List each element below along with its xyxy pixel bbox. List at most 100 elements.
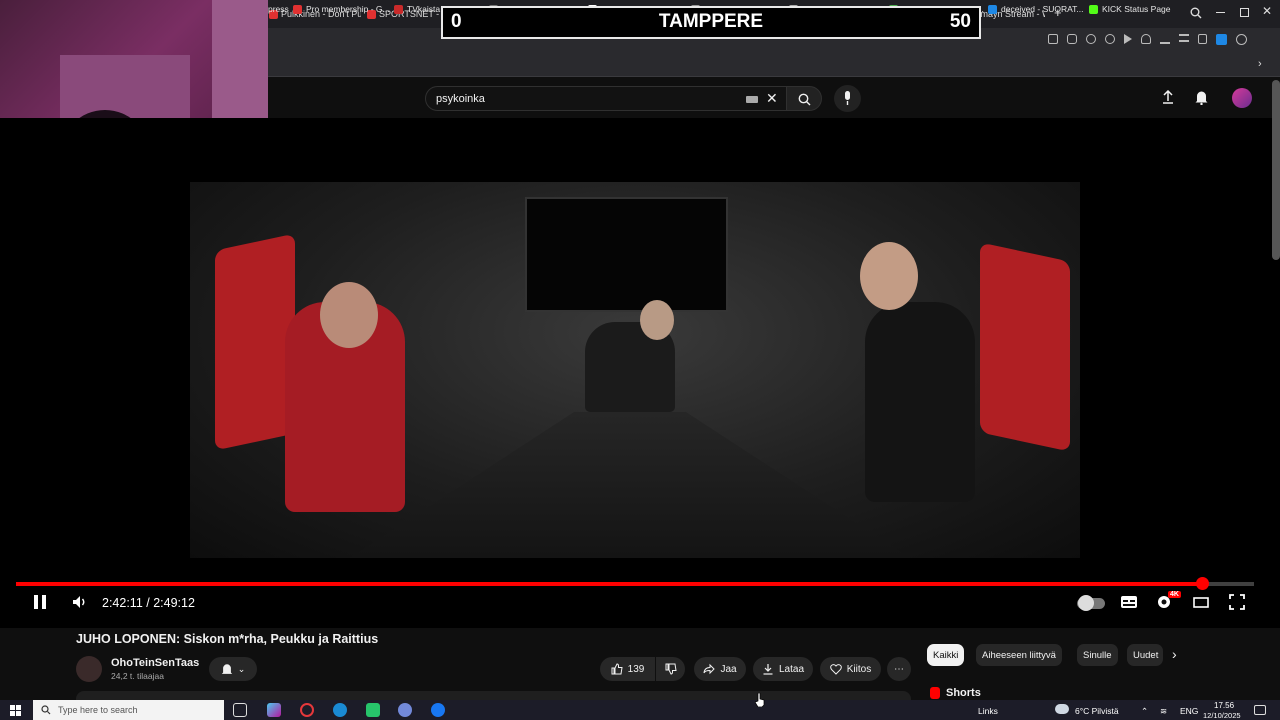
search-icon (41, 705, 51, 715)
messenger-app-icon[interactable] (431, 703, 445, 717)
taskbar-links-label[interactable]: Links (978, 706, 998, 716)
network-icon[interactable]: ≋ (1160, 706, 1167, 717)
camera-icon[interactable] (1067, 34, 1077, 44)
fullscreen-button[interactable] (1228, 593, 1250, 613)
channel-name[interactable]: OhoTeinSenTaas (111, 657, 199, 669)
scoreboard-right-score: 50 (949, 11, 971, 32)
red-chair-left (215, 233, 295, 451)
taskbar-search-input[interactable]: Type here to search (33, 700, 224, 720)
refresh-icon[interactable] (1105, 34, 1115, 44)
weather-icon[interactable] (1055, 704, 1069, 714)
settings-button[interactable]: 4K (1155, 591, 1183, 613)
taskbar-date[interactable]: 12/10/2025 (1203, 711, 1241, 720)
subtitles-button[interactable] (1120, 593, 1142, 613)
pause-button[interactable] (31, 593, 53, 613)
heart-icon[interactable] (1141, 34, 1151, 44)
minimize-button[interactable] (1216, 12, 1225, 13)
download-label: Lataa (778, 663, 805, 675)
microphone-icon (845, 91, 850, 105)
clear-search-icon[interactable]: ✕ (766, 90, 778, 107)
lock-icon[interactable] (1198, 34, 1207, 44)
chip-all[interactable]: Kaikki (927, 644, 965, 666)
guest-right-head (860, 242, 918, 310)
twitch-extension-icon[interactable] (1216, 34, 1227, 45)
download-icon[interactable] (1160, 34, 1170, 44)
chip-new[interactable]: Uudet (1127, 644, 1163, 666)
video-scrubber-handle[interactable] (1196, 577, 1209, 590)
autoplay-toggle[interactable] (1077, 593, 1105, 613)
like-count: 139 (627, 663, 645, 675)
thanks-button[interactable]: Kiitos (820, 657, 881, 681)
task-view-icon[interactable] (233, 703, 247, 717)
store-app-icon[interactable] (366, 703, 380, 717)
chip-related[interactable]: Aiheeseen liittyvä (976, 644, 1062, 666)
tray-overflow-icon[interactable]: ⌃ (1141, 706, 1148, 717)
volume-button[interactable] (71, 593, 93, 613)
super-thanks-icon (829, 664, 842, 675)
bookmark-favicon-icon (293, 4, 302, 14)
theater-mode-button[interactable] (1192, 593, 1214, 613)
bookmark-item[interactable]: deceived - SUORAT... (988, 4, 1084, 14)
dislike-button[interactable] (656, 657, 685, 681)
volume-icon (73, 596, 85, 608)
notification-bell-button[interactable]: ⌄ (209, 657, 257, 681)
studio-tv-screen (525, 197, 728, 312)
quality-badge: 4K (1168, 591, 1181, 598)
toolbar-extension-icons[interactable] (1048, 34, 1247, 45)
bookmark-item[interactable]: KICK Status Page (1089, 4, 1171, 14)
bookmark-item[interactable]: Pro membership - G... (293, 4, 390, 14)
search-input[interactable]: psykoinka ✕ (425, 86, 787, 111)
bookmark-label: Pro membership - G... (306, 4, 390, 14)
keyboard-icon[interactable] (746, 96, 758, 103)
bookmark-favicon-icon (1089, 4, 1098, 14)
download-button[interactable]: Lataa (753, 657, 813, 681)
bookmark-favicon-icon (988, 4, 997, 14)
opera-gx-app-icon[interactable] (300, 703, 314, 717)
shield-icon[interactable] (1086, 34, 1096, 44)
mouse-pointer-hand-icon (755, 693, 765, 707)
upload-icon[interactable] (1162, 89, 1174, 109)
bookmark-item[interactable]: press (268, 4, 289, 14)
taskbar-time[interactable]: 17.56 (1214, 701, 1234, 710)
search-button[interactable] (786, 86, 822, 111)
play-icon[interactable] (1124, 34, 1132, 44)
chevron-right-icon[interactable]: › (1172, 646, 1177, 662)
browser-search-icon[interactable] (1190, 6, 1202, 24)
video-frame-podcast-studio[interactable] (190, 182, 1080, 558)
thumbs-down-icon (665, 663, 677, 675)
edge-app-icon[interactable] (333, 703, 347, 717)
edit-icon[interactable] (1048, 34, 1058, 44)
voice-search-button[interactable] (834, 85, 861, 112)
close-window-button[interactable]: ✕ (1262, 4, 1272, 18)
share-button[interactable]: Jaa (694, 657, 746, 681)
more-actions-button[interactable]: ⋯ (887, 657, 911, 681)
pause-icon (34, 595, 46, 609)
notification-center-icon[interactable] (1254, 705, 1266, 715)
shorts-label: Shorts (946, 687, 981, 699)
maximize-button[interactable] (1240, 8, 1249, 17)
shorts-icon (930, 687, 940, 699)
like-button[interactable]: 139 (600, 657, 655, 681)
taskbar-search-placeholder: Type here to search (58, 705, 138, 715)
windows-start-icon[interactable] (10, 705, 21, 716)
account-avatar[interactable] (1232, 88, 1252, 108)
video-progress-bar[interactable] (16, 577, 1254, 590)
shorts-section-header: Shorts (930, 687, 981, 699)
notifications-bell-icon[interactable] (1195, 90, 1208, 110)
page-scrollbar[interactable] (1272, 80, 1280, 260)
search-input-value[interactable]: psykoinka (436, 93, 485, 105)
copilot-app-icon[interactable] (267, 703, 281, 717)
more-bookmarks-button[interactable]: › (1258, 58, 1262, 70)
search-icon (798, 93, 811, 106)
language-indicator[interactable]: ENG (1180, 706, 1198, 716)
discord-app-icon[interactable] (398, 703, 412, 717)
menu-icon[interactable] (1179, 34, 1189, 42)
more-icon: ⋯ (894, 663, 904, 675)
chip-for-you[interactable]: Sinulle (1077, 644, 1118, 666)
channel-avatar[interactable] (76, 656, 102, 682)
theater-mode-icon (1193, 597, 1209, 608)
download-icon (763, 664, 773, 675)
weather-text[interactable]: 6°C Pilvistä (1075, 706, 1119, 716)
video-progress-fill (16, 582, 1202, 586)
settings-extension-icon[interactable] (1236, 34, 1247, 45)
